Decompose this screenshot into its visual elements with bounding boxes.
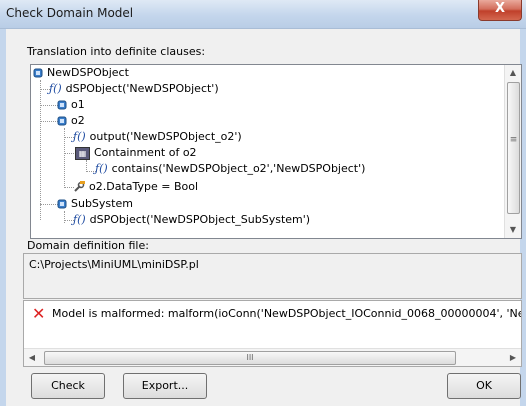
tree-node-label: dSPObject('NewDSPObject') (65, 82, 219, 95)
tree-node-label: contains('NewDSPObject_o2','NewDSPObject… (111, 162, 366, 175)
shape-node-icon (57, 116, 67, 126)
check-button[interactable]: Check (31, 373, 105, 399)
close-button[interactable]: X (478, 0, 522, 21)
tree-node-label: SubSystem (71, 197, 133, 210)
tree-node[interactable]: SubSystem (57, 196, 133, 212)
tree-node-label: output('NewDSPObject_o2') (89, 130, 242, 143)
shape-node-icon (57, 100, 67, 110)
tree-node[interactable]: ƒ() output('NewDSPObject_o2') (73, 129, 242, 145)
window-title: Check Domain Model (6, 6, 134, 20)
function-icon: ƒ() (73, 213, 86, 226)
property-icon (74, 181, 85, 192)
shape-node-icon (57, 199, 67, 209)
error-message: Model is malformed: malform(ioConn('NewD… (52, 307, 522, 320)
translation-label: Translation into definite clauses: (27, 45, 206, 58)
tree-node-label: NewDSPObject (47, 66, 129, 79)
function-icon: ƒ() (95, 162, 108, 175)
tree-node[interactable]: NewDSPObject (33, 65, 129, 81)
tree-node-label: o2.DataType = Bool (89, 180, 199, 193)
scroll-thumb[interactable]: III (44, 351, 456, 365)
error-horizontal-scrollbar[interactable]: ◀ III ▶ (24, 348, 521, 366)
scroll-up-icon[interactable]: ▲ (505, 65, 521, 81)
tree-node-label: o2 (71, 114, 85, 127)
tree-node[interactable]: ƒ() dSPObject('NewDSPObject_SubSystem') (73, 212, 310, 228)
clause-tree[interactable]: NewDSPObject ƒ() dSPObject('NewDSPObject'… (30, 64, 522, 239)
tree-node-label: dSPObject('NewDSPObject_SubSystem') (89, 213, 311, 226)
tree-node[interactable]: ƒ() contains('NewDSPObject_o2','NewDSPObj… (95, 161, 365, 177)
scroll-left-icon[interactable]: ◀ (24, 349, 40, 366)
tree-node[interactable]: o2.DataType = Bool (73, 179, 198, 195)
tree-node[interactable]: ▦ Containment of o2 (75, 145, 197, 161)
export-button[interactable]: Export... (123, 373, 207, 399)
tree-line (64, 211, 65, 223)
tree-line (40, 80, 41, 220)
tree-node[interactable]: o1 (57, 97, 85, 113)
ok-button[interactable]: OK (447, 373, 521, 399)
function-icon: ƒ() (49, 82, 62, 95)
thumb-grip-icon: ≡ (509, 135, 518, 145)
containment-icon: ▦ (75, 146, 90, 160)
title-bar: Check Domain Model X (0, 0, 526, 29)
close-icon: X (494, 1, 506, 16)
tree-node[interactable]: ƒ() dSPObject('NewDSPObject') (49, 81, 219, 97)
scroll-right-icon[interactable]: ▶ (505, 349, 521, 366)
scroll-thumb[interactable]: ≡ (507, 82, 520, 214)
domain-file-field: C:\Projects\MiniUML\miniDSP.pl (23, 253, 522, 299)
domain-file-path: C:\Projects\MiniUML\miniDSP.pl (29, 258, 199, 271)
shape-node-icon (33, 68, 43, 78)
function-icon: ƒ() (73, 130, 86, 143)
tree-node[interactable]: o2 (57, 113, 85, 129)
domain-file-label: Domain definition file: (27, 239, 149, 252)
tree-node-label: Containment of o2 (94, 146, 197, 159)
tree-node-label: o1 (71, 98, 85, 111)
tree-vertical-scrollbar[interactable]: ▲ ≡ ▼ (504, 65, 521, 238)
error-icon: ✕ (32, 304, 46, 323)
scroll-down-icon[interactable]: ▼ (505, 222, 521, 238)
error-output[interactable]: ✕ Model is malformed: malform(ioConn('Ne… (23, 300, 522, 367)
